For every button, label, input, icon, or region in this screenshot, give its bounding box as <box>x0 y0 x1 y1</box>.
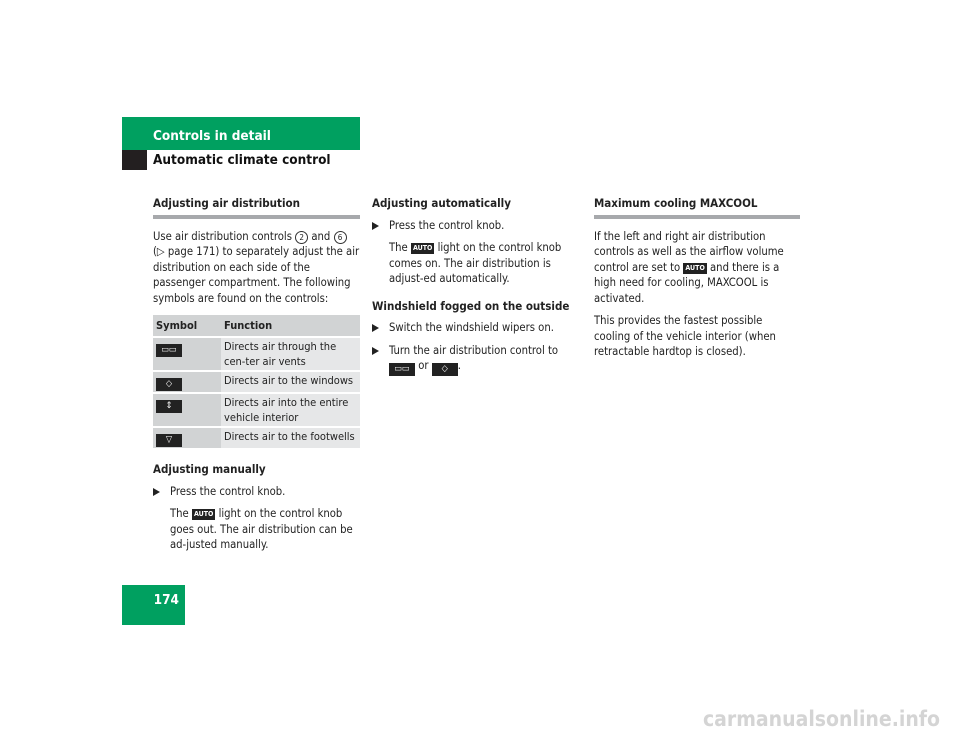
or-text: or <box>418 359 429 372</box>
section-title: Controls in detail <box>153 128 271 144</box>
and-text: and <box>311 229 331 243</box>
maxcool-paragraph-1: If the left and right air distribution c… <box>594 229 800 307</box>
auto-note: The AUTO light on the control knob comes… <box>372 240 580 287</box>
note-text: The <box>389 241 408 254</box>
heading-manual: Adjusting manually <box>153 462 266 476</box>
table-row: ◇ Directs air to the windows <box>153 372 360 392</box>
period: . <box>457 359 461 372</box>
manual-step: Press the control knob. <box>153 484 360 500</box>
control-6-ref: 6 <box>333 230 347 244</box>
fog-step-1: Switch the windshield wipers on. <box>372 320 580 336</box>
column-2: Adjusting automatically Press the contro… <box>372 196 580 383</box>
table-row: ▽ Directs air to the footwells <box>153 428 360 448</box>
step-text: Turn the air distribution control to <box>389 343 559 357</box>
manual-page: Controls in detail Automatic climate con… <box>0 0 960 742</box>
watermark: carmanualsonline.info <box>702 707 940 731</box>
auto-icon: AUTO <box>410 243 435 254</box>
heading-fogged: Windshield fogged on the outside <box>372 298 570 313</box>
heading-automatic: Adjusting automatically <box>372 196 511 210</box>
center-vents-icon: ▭▭ <box>156 344 182 357</box>
intro-text-2: (▷ page 171) to separately adjust the ai… <box>153 245 360 305</box>
function-text: Directs air through the cen-ter air vent… <box>221 338 360 370</box>
function-text: Directs air to the windows <box>221 372 360 392</box>
maxcool-paragraph-2: This provides the fastest possible cooli… <box>594 314 776 358</box>
auto-icon: AUTO <box>191 509 216 520</box>
manual-note: The AUTO light on the control knob goes … <box>153 506 360 553</box>
page-number-box: 174 <box>122 585 185 625</box>
header-function: Function <box>221 315 360 336</box>
heading-air-distribution: Adjusting air distribution <box>153 196 360 219</box>
intro-paragraph: Use air distribution controls 2 and 6 (▷… <box>153 229 360 307</box>
symbol-table: Symbol Function ▭▭ Directs air through the… <box>153 313 360 450</box>
column-3: Maximum cooling MAXCOOL If the left and … <box>594 196 800 367</box>
function-text: Directs air to the footwells <box>221 428 360 448</box>
subsection-title: Automatic climate control <box>153 152 331 168</box>
column-1: Adjusting air distribution Use air distr… <box>153 196 360 560</box>
header-symbol: Symbol <box>153 315 221 336</box>
table-header: Symbol Function <box>153 315 360 336</box>
center-vents-icon: ▭▭ <box>389 363 415 376</box>
control-2-ref: 2 <box>295 230 309 244</box>
auto-step: Press the control knob. <box>372 218 580 234</box>
section-header: Controls in detail <box>122 117 360 150</box>
intro-text: Use air distribution controls <box>153 229 292 243</box>
table-row: ⇕ Directs air into the entire vehicle int… <box>153 394 360 426</box>
page-number: 174 <box>153 592 179 608</box>
note-text: The <box>170 507 189 520</box>
fog-step-2: Turn the air distribution control to ▭▭ … <box>372 343 580 376</box>
table-row: ▭▭ Directs air through the cen-ter air ve… <box>153 338 360 370</box>
function-text: Directs air into the entire vehicle inte… <box>221 394 360 426</box>
windows-icon: ◇ <box>156 378 182 391</box>
header-marker <box>122 150 147 170</box>
footwells-icon: ▽ <box>156 434 182 447</box>
windows-icon: ◇ <box>431 363 458 376</box>
heading-maxcool: Maximum cooling MAXCOOL <box>594 196 800 219</box>
entire-interior-icon: ⇕ <box>156 400 182 413</box>
auto-icon: AUTO <box>683 262 707 274</box>
